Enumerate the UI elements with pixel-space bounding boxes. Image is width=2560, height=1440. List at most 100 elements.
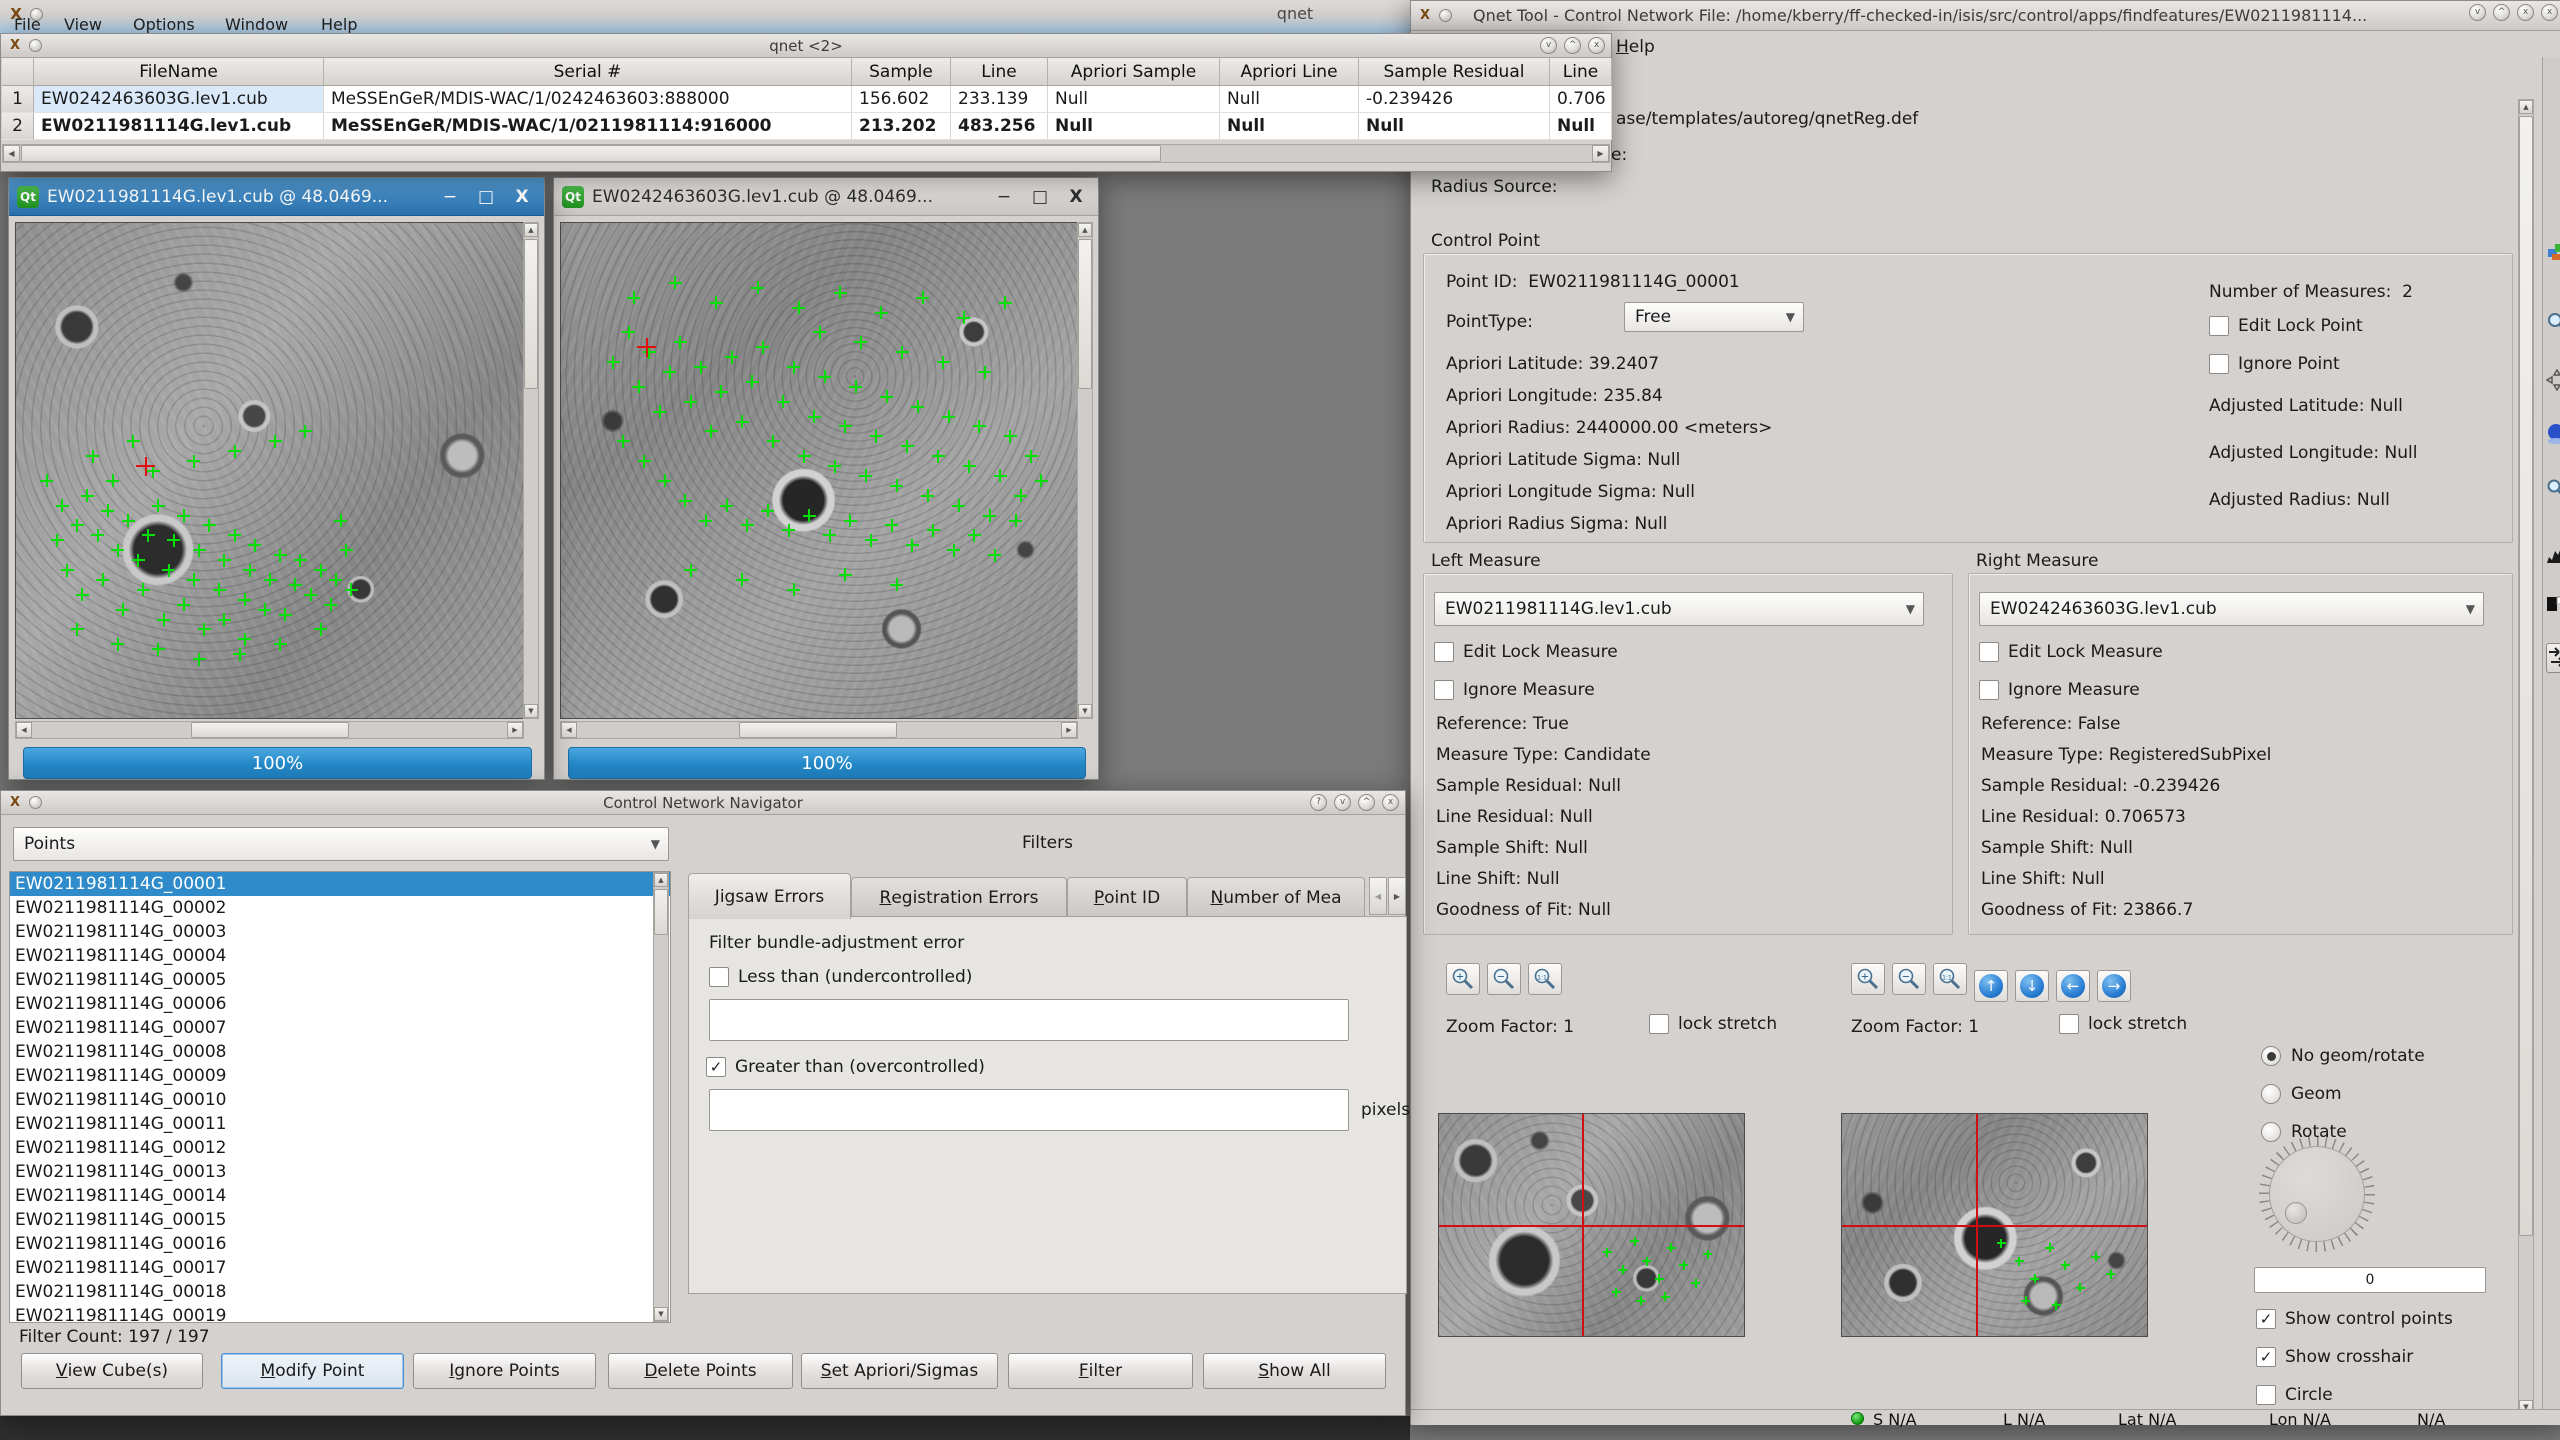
point-list-item[interactable]: EW0211981114G_00005 — [10, 968, 670, 992]
button-ignore-points[interactable]: Ignore Points — [413, 1353, 596, 1389]
ignore-point-checkbox[interactable] — [2209, 354, 2229, 374]
measure-cube-select[interactable]: EW0242463603G.lev1.cub▼ — [1979, 592, 2484, 626]
table-cell[interactable]: 233.139 — [951, 86, 1048, 113]
window-button-x-icon[interactable]: x — [2541, 4, 2558, 21]
column-header-7[interactable]: Sample Residual — [1359, 58, 1550, 86]
right-viewer-vscrollbar[interactable]: ▲ ▼ — [1077, 222, 1093, 719]
less-than-checkbox-row[interactable]: Less than (undercontrolled) — [709, 967, 972, 987]
point-list-item[interactable]: EW0211981114G_00014 — [10, 1184, 670, 1208]
right-viewer-viewport[interactable] — [560, 222, 1078, 719]
less-than-checkbox[interactable] — [709, 967, 729, 987]
tab-jigsaw-errors[interactable]: Jigsaw Errors — [688, 873, 851, 919]
scroll-up-icon[interactable]: ▲ — [524, 223, 538, 237]
measure-edit-lock-measure-row[interactable]: Edit Lock Measure — [1434, 642, 1618, 662]
find-tool-icon[interactable] — [2546, 477, 2560, 499]
table-cell[interactable]: 483.256 — [951, 113, 1048, 140]
button-show-all[interactable]: Show All — [1203, 1353, 1386, 1389]
checkbox[interactable] — [2256, 1385, 2276, 1405]
column-header-4[interactable]: Line — [951, 58, 1048, 86]
left-viewer-hscrollbar[interactable]: ◀ ▶ — [15, 721, 524, 739]
checkbox[interactable]: ✓ — [2256, 1347, 2276, 1367]
button-set-apriori-sigmas[interactable]: Set Apriori/Sigmas — [801, 1353, 998, 1389]
zoom-1-1-button[interactable]: 1:1 — [1933, 963, 1967, 995]
column-header-8[interactable]: Line — [1550, 58, 1612, 86]
table-cell[interactable]: MeSSEnGeR/MDIS-WAC/1/0242463603:888000 — [324, 86, 852, 113]
scroll-up-icon[interactable]: ▲ — [1078, 223, 1092, 237]
scroll-down-icon[interactable]: ▼ — [654, 1307, 668, 1321]
point-list-item[interactable]: EW0211981114G_00018 — [10, 1280, 670, 1304]
table-cell[interactable]: Null — [1550, 113, 1612, 140]
dial-knob[interactable] — [2285, 1202, 2307, 1224]
table-cell[interactable]: MeSSEnGeR/MDIS-WAC/1/0211981114:916000 — [324, 113, 852, 140]
qnet-tool-titlebar[interactable]: X Qnet Tool - Control Network File: /hom… — [1411, 1, 2560, 31]
qnet2-titlebar[interactable]: X qnet <2> v^x — [1, 34, 1611, 58]
zoom-out-button[interactable]: − — [1892, 963, 1926, 995]
right-lock-stretch-row[interactable]: lock stretch — [2059, 1014, 2187, 1034]
point-list-item[interactable]: EW0211981114G_00009 — [10, 1064, 670, 1088]
button-filter[interactable]: Filter — [1008, 1353, 1193, 1389]
scroll-left-icon[interactable]: ◀ — [561, 722, 577, 738]
table-cell[interactable]: 156.602 — [852, 86, 951, 113]
table-cell[interactable]: Null — [1220, 86, 1359, 113]
point-list-item[interactable]: EW0211981114G_00002 — [10, 896, 670, 920]
right-viewer-hscrollbar[interactable]: ◀ ▶ — [560, 721, 1078, 739]
table-cell[interactable]: -0.239426 — [1359, 86, 1550, 113]
table-cell[interactable]: EW0211981114G.lev1.cub — [34, 113, 324, 140]
radio-geom[interactable]: Geom — [2261, 1084, 2342, 1104]
point-list-item[interactable]: EW0211981114G_00013 — [10, 1160, 670, 1184]
scroll-thumb[interactable] — [21, 145, 1161, 162]
window-button-v-icon[interactable]: v — [1540, 37, 1557, 54]
point-list-item[interactable]: EW0211981114G_00004 — [10, 944, 670, 968]
maximize-icon[interactable]: □ — [472, 187, 500, 207]
scroll-right-icon[interactable]: ▶ — [1592, 145, 1609, 162]
minimize-icon[interactable]: − — [990, 187, 1018, 207]
edit-lock-point-checkbox[interactable] — [2209, 316, 2229, 336]
point-list-item[interactable]: EW0211981114G_00019 — [10, 1304, 670, 1323]
column-header-1[interactable]: FileName — [34, 58, 324, 86]
stretch-tool-icon[interactable] — [2546, 593, 2560, 615]
ignore-point-row[interactable]: Ignore Point — [2209, 354, 2340, 374]
scroll-thumb[interactable] — [654, 889, 668, 935]
left-lock-stretch-row[interactable]: lock stretch — [1649, 1014, 1777, 1034]
radio-rotate[interactable]: Rotate — [2261, 1122, 2347, 1142]
table-hscrollbar[interactable]: ◀ ▶ — [2, 144, 1610, 163]
greater-than-checkbox[interactable]: ✓ — [706, 1057, 726, 1077]
button-delete-points[interactable]: Delete Points — [608, 1353, 793, 1389]
checkbox[interactable] — [1434, 642, 1454, 662]
menu-window[interactable]: Window — [225, 15, 288, 34]
window-button-x-icon[interactable]: x — [1588, 37, 1605, 54]
zoom-in-button[interactable]: + — [1446, 963, 1480, 995]
window-button-v-icon[interactable]: v — [2469, 4, 2486, 21]
window-button-^-icon[interactable]: ^ — [2493, 4, 2510, 21]
checkbox[interactable] — [1979, 680, 1999, 700]
menu-help[interactable]: Help — [1616, 37, 1655, 57]
minimize-icon[interactable]: − — [436, 187, 464, 207]
left-lock-stretch-checkbox[interactable] — [1649, 1014, 1669, 1034]
point-list-item[interactable]: EW0211981114G_00017 — [10, 1256, 670, 1280]
scroll-right-icon[interactable]: ▶ — [1061, 722, 1077, 738]
check-show-control-points[interactable]: ✓Show control points — [2256, 1309, 2453, 1329]
scroll-down-icon[interactable]: ▼ — [1078, 704, 1092, 718]
navigator-titlebar[interactable]: X Control Network Navigator ?v^x — [1, 791, 1405, 815]
maximize-icon[interactable]: □ — [1026, 187, 1054, 207]
rotation-input[interactable]: 0 — [2254, 1267, 2486, 1293]
edit-lock-point-row[interactable]: Edit Lock Point — [2209, 316, 2363, 336]
histogram-tool-icon[interactable] — [2546, 543, 2560, 565]
window-button-x-icon[interactable]: x — [1382, 794, 1399, 811]
radio-icon[interactable] — [2261, 1046, 2281, 1066]
point-list-item[interactable]: EW0211981114G_00011 — [10, 1112, 670, 1136]
right-lock-stretch-checkbox[interactable] — [2059, 1014, 2079, 1034]
table-cell[interactable]: Null — [1220, 113, 1359, 140]
rotation-dial[interactable] — [2259, 1136, 2375, 1252]
left-viewer-vscrollbar[interactable]: ▲ ▼ — [523, 222, 539, 719]
table-cell[interactable]: Null — [1048, 86, 1220, 113]
zoom-out-button[interactable]: − — [1487, 963, 1521, 995]
point-list-item[interactable]: EW0211981114G_00003 — [10, 920, 670, 944]
point-list-item[interactable]: EW0211981114G_00006 — [10, 992, 670, 1016]
table-cell[interactable]: Null — [1359, 113, 1550, 140]
close-icon[interactable]: X — [508, 187, 536, 207]
table-cell[interactable]: 0.706 — [1550, 86, 1612, 113]
scroll-thumb[interactable] — [2519, 116, 2533, 1236]
tab-registration-errors[interactable]: Registration Errors — [851, 877, 1067, 917]
pan-tool-icon[interactable] — [2546, 369, 2560, 391]
